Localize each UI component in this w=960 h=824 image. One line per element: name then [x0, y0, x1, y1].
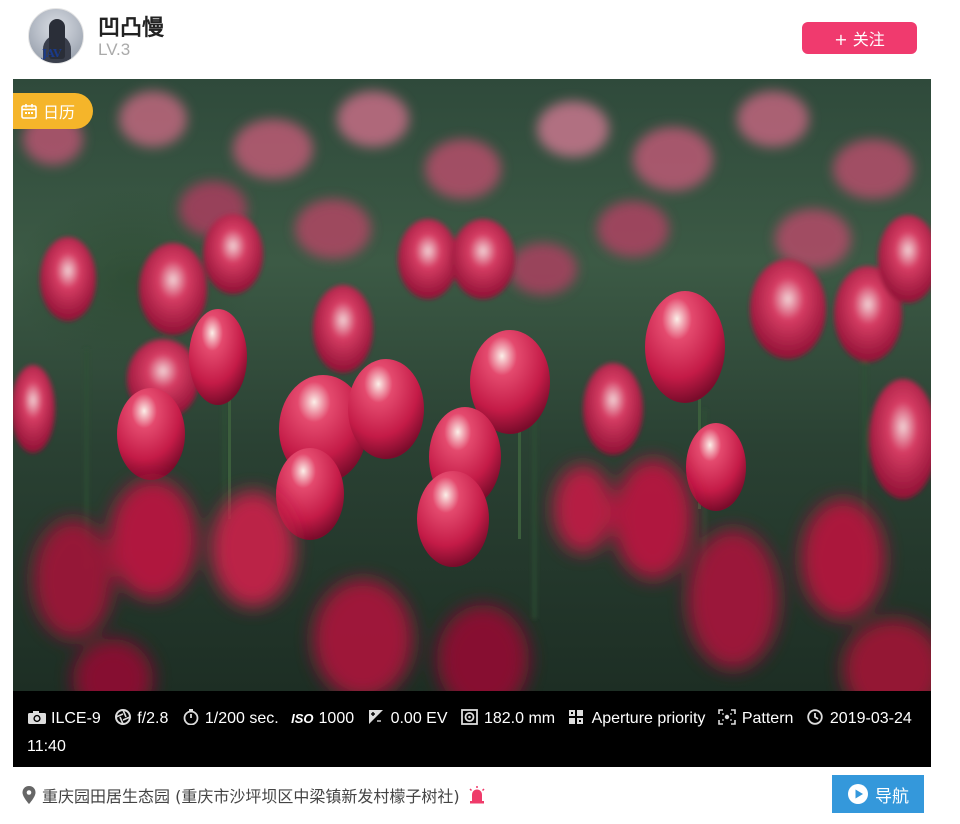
- exif-iso: ISO 1000: [291, 710, 358, 727]
- calendar-badge-label: 日历: [43, 103, 76, 122]
- navigate-label: 导航: [875, 786, 909, 807]
- exif-metering: Pattern: [718, 709, 798, 727]
- exposure-icon: [368, 710, 383, 724]
- exif-camera: ILCE-9: [27, 710, 105, 727]
- post-header: JAV 凹凸慢 LV.3 + 关注: [0, 0, 960, 78]
- tulip-photo-graphic: [13, 91, 931, 691]
- tulip-photo[interactable]: [13, 79, 931, 691]
- follow-button[interactable]: + 关注: [802, 22, 917, 54]
- camera-model: ILCE-9: [51, 710, 101, 727]
- shutter-value: 1/200 sec.: [204, 710, 279, 727]
- calendar-icon: [21, 104, 37, 119]
- lens-icon: [461, 709, 478, 725]
- exif-focal: 182.0 mm: [460, 709, 560, 727]
- calendar-badge[interactable]: 日历: [13, 93, 93, 129]
- focal-length-value: 182.0 mm: [483, 710, 556, 727]
- exif-mode: Aperture priority: [568, 710, 710, 727]
- alarm-icon: [469, 786, 485, 804]
- location-row[interactable]: 重庆园田居生态园 (重庆市沙坪坝区中梁镇新发村檬子树社): [22, 783, 486, 807]
- camera-icon: [28, 711, 46, 724]
- avatar-monogram: JAV: [42, 47, 62, 60]
- user-level: LV.3: [98, 40, 131, 59]
- metering-value: Pattern: [741, 710, 794, 727]
- exif-bar: ILCE-9 f/2.8 1/200 sec. ISO 1000 0.00 EV …: [13, 691, 931, 767]
- aperture-value: f/2.8: [137, 710, 169, 727]
- metering-icon: [718, 709, 736, 725]
- exif-aperture: f/2.8: [113, 709, 173, 727]
- avatar[interactable]: JAV: [28, 8, 84, 64]
- mode-value: Aperture priority: [591, 710, 706, 727]
- navigate-button[interactable]: 导航: [832, 775, 924, 813]
- timer-icon: [183, 709, 199, 725]
- iso-icon: ISO: [291, 711, 314, 726]
- location-pin-icon: [22, 786, 36, 804]
- iso-value: 1000: [318, 710, 355, 727]
- mode-icon: [568, 710, 583, 724]
- username[interactable]: 凹凸慢: [98, 10, 164, 42]
- aperture-icon: [115, 709, 132, 725]
- location-text: 重庆园田居生态园 (重庆市沙坪坝区中梁镇新发村檬子树社): [42, 787, 460, 806]
- clock-icon: [807, 709, 823, 725]
- exposure-value: 0.00 EV: [390, 710, 448, 727]
- exif-exposure: 0.00 EV: [367, 710, 452, 727]
- play-icon: [848, 784, 868, 804]
- exif-shutter: 1/200 sec.: [181, 709, 283, 727]
